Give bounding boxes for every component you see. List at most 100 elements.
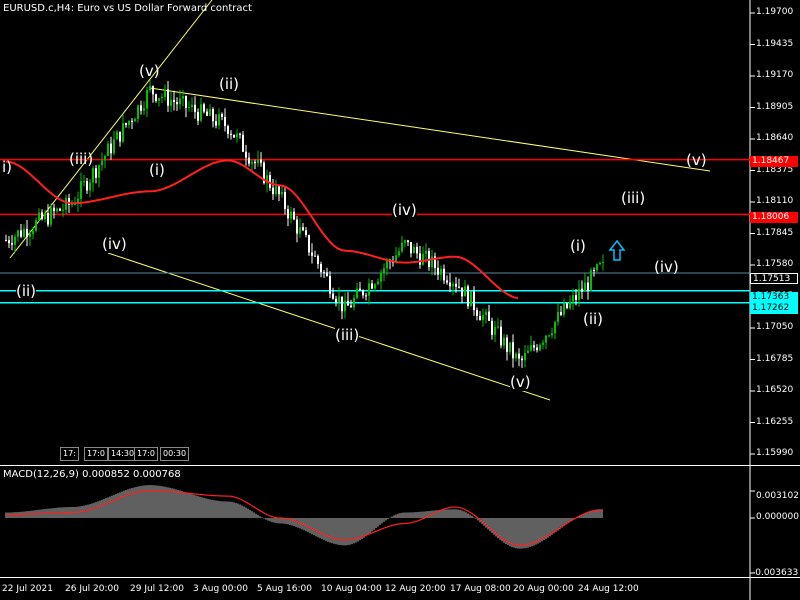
macd-chart[interactable] <box>0 466 800 600</box>
candle-body <box>443 268 445 281</box>
wave-label-iii-2: (iii) <box>335 326 360 344</box>
price-tick-label: 1.18110 <box>756 196 794 206</box>
price-tick-label: 1.19170 <box>756 70 794 80</box>
candle-body <box>383 268 385 273</box>
candle-body <box>272 187 274 195</box>
timeframe-button[interactable]: 14:30 <box>108 447 138 461</box>
candle-body <box>320 263 322 273</box>
candle-body <box>410 242 412 254</box>
candle-body <box>116 131 118 140</box>
candle-body <box>581 288 583 292</box>
wave-label-ii-2: (ii) <box>583 310 604 328</box>
candle-body <box>200 104 202 121</box>
candle-body <box>482 315 484 321</box>
candle-body <box>23 228 25 237</box>
time-label: 24 Aug 12:00 <box>578 584 639 594</box>
candle-body <box>131 120 133 122</box>
candle-body <box>524 352 526 361</box>
candle-body <box>458 286 460 288</box>
candle-body <box>569 301 571 309</box>
candle-body <box>371 283 373 289</box>
timeframe-button[interactable]: 00:30 <box>160 447 190 461</box>
candle-body <box>8 240 10 244</box>
candle-body <box>38 212 40 221</box>
candle-body <box>515 353 517 359</box>
candle-body <box>500 326 502 346</box>
candle-body <box>440 268 442 275</box>
candle-body <box>479 315 481 321</box>
price-tick-label: 1.17845 <box>756 227 794 238</box>
candle-body <box>164 89 166 97</box>
candle-body <box>233 134 235 138</box>
candle-body <box>26 228 28 237</box>
candle-body <box>413 246 415 254</box>
time-label: 29 Jul 12:00 <box>130 584 184 594</box>
candle-body <box>350 305 352 308</box>
candle-body <box>596 264 598 271</box>
candle-body <box>593 270 595 272</box>
wave-label-ii: (ii) <box>219 75 240 93</box>
candle-body <box>146 90 148 109</box>
wave-label-i-3: (i) <box>570 237 586 255</box>
timeframe-button[interactable]: 17: <box>60 447 79 461</box>
candle-body <box>254 161 256 164</box>
candle-body <box>563 303 565 315</box>
candle-body <box>176 102 178 105</box>
candle-body <box>113 139 115 154</box>
candle-body <box>575 295 577 300</box>
candle-body <box>278 186 280 195</box>
price-tag-red-2: 1.18006 <box>750 212 798 223</box>
price-tick-label: 1.16785 <box>756 353 794 364</box>
candle-body <box>158 98 160 101</box>
wave-label-v: (v) <box>139 62 160 80</box>
time-label: 17 Aug 08:00 <box>450 584 511 594</box>
candle-body <box>59 208 61 211</box>
candle-body <box>512 342 514 359</box>
macd-title: MACD(12,26,9) 0.000852 0.000768 <box>3 469 181 480</box>
time-label: 22 Jul 2021 <box>2 584 53 594</box>
candle-body <box>536 347 538 351</box>
candle-body <box>149 86 151 91</box>
candle-body <box>5 240 7 242</box>
wave-label-iii: (iii) <box>69 150 94 168</box>
price-tick-label: 1.15990 <box>756 448 794 458</box>
candle-body <box>470 291 472 307</box>
candle-body <box>41 212 43 220</box>
candle-body <box>578 288 580 300</box>
wave-label-i-2: (i) <box>149 161 165 179</box>
candle-body <box>359 288 361 291</box>
candle-body <box>206 111 208 116</box>
candle-body <box>425 250 427 254</box>
candle-body <box>338 296 340 303</box>
candle-body <box>542 342 544 345</box>
candle-body <box>125 123 127 126</box>
candle-body <box>293 211 295 220</box>
price-tick-label: 1.18905 <box>756 101 794 112</box>
candle-body <box>173 99 175 103</box>
price-tick-label: 1.17580 <box>756 259 794 269</box>
candle-body <box>473 291 475 310</box>
timeframe-button[interactable]: 17:0 <box>134 447 158 461</box>
wave-label-v-3: (v) <box>686 151 707 169</box>
candle-body <box>62 209 64 211</box>
candle-body <box>236 133 238 138</box>
candle-body <box>572 295 574 302</box>
candle-body <box>452 283 454 287</box>
candle-body <box>431 256 433 268</box>
candle-body <box>161 96 163 99</box>
price-chart[interactable] <box>0 0 800 466</box>
candle-body <box>257 159 259 164</box>
time-label: 5 Aug 16:00 <box>257 584 312 594</box>
timeframe-button[interactable]: 17:0 <box>84 447 108 461</box>
candle-body <box>317 255 319 264</box>
candle-body <box>14 236 16 245</box>
time-label: 10 Aug 04:00 <box>321 584 382 594</box>
price-tick-label: 1.18640 <box>756 133 794 143</box>
candle-body <box>143 108 145 111</box>
candle-body <box>47 213 49 225</box>
candle-body <box>95 168 97 178</box>
candle-body <box>227 126 229 134</box>
price-tag-red-1: 1.18467 <box>750 156 798 167</box>
candle-body <box>590 270 592 291</box>
candle-body <box>401 242 403 252</box>
